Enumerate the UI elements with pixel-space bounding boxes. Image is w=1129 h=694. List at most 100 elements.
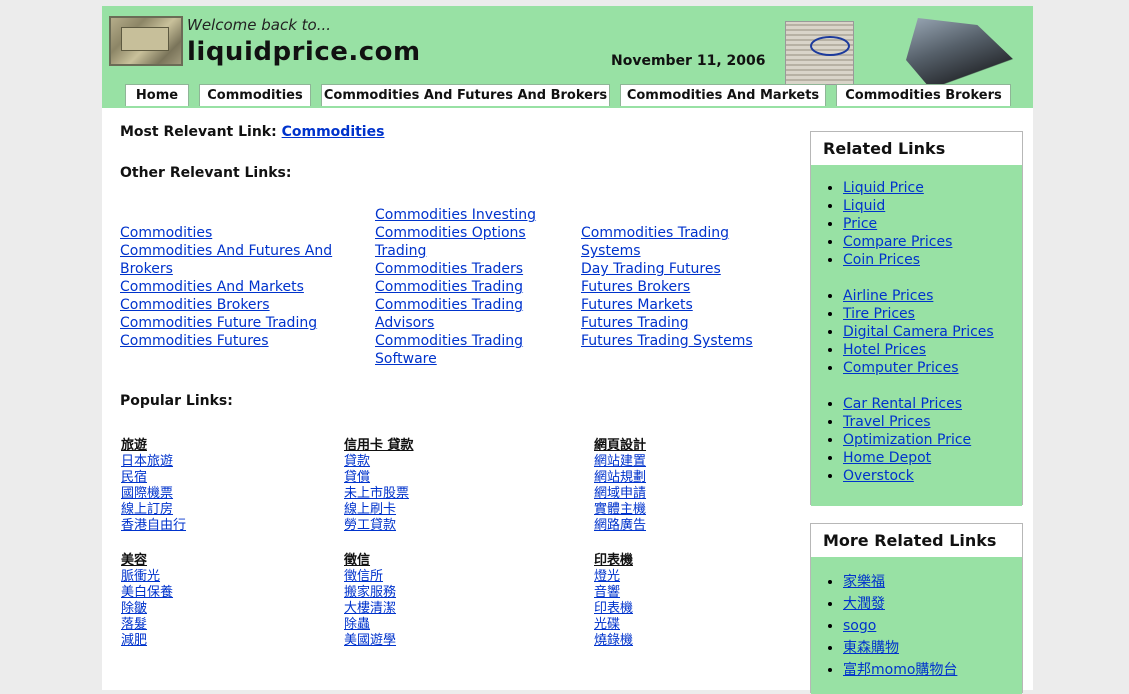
popular-link[interactable]: 搬家服務 [344,585,396,601]
popular-link[interactable]: 美國遊學 [344,633,396,649]
popular-link[interactable]: 脈衝光 [121,569,173,585]
popular-link[interactable]: 減肥 [121,633,173,649]
popular-group: 網頁設計 網站建置 網站規劃 網域申請 實體主機 網路廣告 [594,438,646,534]
link-item[interactable]: Commodities Trading Software [375,332,555,368]
related-link[interactable]: Price [843,216,877,232]
popular-group: 印表機 燈光 音響 印表機 光碟 燒錄機 [594,553,633,649]
popular-category: 旅遊 [121,438,148,453]
related-link[interactable]: Hotel Prices [843,342,926,358]
more-related-link[interactable]: 東森購物 [843,640,899,656]
popular-link[interactable]: 印表機 [594,601,633,617]
link-item[interactable]: Futures Brokers [581,278,791,296]
more-related-link[interactable]: 家樂福 [843,574,885,590]
popular-link[interactable]: 光碟 [594,617,633,633]
popular-link[interactable]: 除蟲 [344,617,396,633]
link-item[interactable]: Commodities Trading Systems [581,224,791,260]
tab-commodities[interactable]: Commodities [199,84,311,106]
more-related-link[interactable]: sogo [843,618,876,634]
link-item[interactable]: Commodities Traders [375,260,555,278]
link-item[interactable]: Commodities Futures [120,332,360,350]
nav-tabs: Home Commodities Commodities And Futures… [102,84,1033,106]
popular-link[interactable]: 網站規劃 [594,470,646,486]
popular-link[interactable]: 線上訂房 [121,502,186,518]
more-related-link[interactable]: 富邦momo購物台 [843,662,957,678]
more-related-group: 家樂福 大潤發 sogo 東森購物 富邦momo購物台 [825,571,1014,681]
money-image [109,16,183,66]
link-item[interactable]: Commodities Brokers [120,296,360,314]
list-item: Coin Prices [843,251,1014,269]
link-item[interactable]: Day Trading Futures [581,260,791,278]
link-item[interactable]: Futures Trading [581,314,791,332]
list-item: 大潤發 [843,593,1014,615]
popular-link[interactable]: 網路廣告 [594,518,646,534]
popular-links-heading: Popular Links: [120,393,233,409]
related-link[interactable]: Travel Prices [843,414,931,430]
popular-link[interactable]: 線上刷卡 [344,502,414,518]
most-relevant-link[interactable]: Commodities [282,124,385,140]
popular-link[interactable]: 大樓清潔 [344,601,396,617]
related-link[interactable]: Optimization Price [843,432,971,448]
popular-link[interactable]: 貸款 [344,454,414,470]
popular-link[interactable]: 國際機票 [121,486,186,502]
link-item[interactable]: Commodities And Futures And Brokers [120,242,360,278]
list-item: Liquid [843,197,1014,215]
link-item[interactable]: Commodities [120,224,360,242]
link-item[interactable]: Futures Markets [581,296,791,314]
link-item[interactable]: Commodities Investing [375,206,555,224]
related-link[interactable]: Coin Prices [843,252,920,268]
link-item[interactable]: Commodities Future Trading [120,314,360,332]
popular-link[interactable]: 音響 [594,585,633,601]
popular-link[interactable]: 實體主機 [594,502,646,518]
popular-link[interactable]: 日本旅遊 [121,454,186,470]
list-item: Travel Prices [843,413,1014,431]
related-link[interactable]: Compare Prices [843,234,952,250]
popular-link[interactable]: 網站建置 [594,454,646,470]
related-link[interactable]: Computer Prices [843,360,959,376]
related-link[interactable]: Car Rental Prices [843,396,962,412]
related-group: Liquid Price Liquid Price Compare Prices… [825,179,1014,269]
stock-paper-image [785,21,854,85]
related-link[interactable]: Liquid [843,198,885,214]
related-link[interactable]: Tire Prices [843,306,915,322]
tab-commodities-markets[interactable]: Commodities And Markets [620,84,826,106]
related-links-body: Liquid Price Liquid Price Compare Prices… [811,165,1022,506]
link-item[interactable]: Commodities Trading [375,278,555,296]
popular-group: 美容 脈衝光 美白保養 除皺 落髮 減肥 [121,553,173,649]
link-column-3: Commodities Trading Systems Day Trading … [581,224,791,350]
site-name: liquidprice.com [187,37,421,67]
list-item: Liquid Price [843,179,1014,197]
more-related-links-body: 家樂福 大潤發 sogo 東森購物 富邦momo購物台 [811,557,1022,694]
popular-link[interactable]: 徵信所 [344,569,396,585]
list-item: Hotel Prices [843,341,1014,359]
popular-link[interactable]: 燒錄機 [594,633,633,649]
popular-link[interactable]: 民宿 [121,470,186,486]
popular-link[interactable]: 除皺 [121,601,173,617]
tab-commodities-futures-brokers[interactable]: Commodities And Futures And Brokers [321,84,610,106]
popular-link[interactable]: 燈光 [594,569,633,585]
link-item[interactable]: Commodities Trading Advisors [375,296,555,332]
more-related-links-box: More Related Links 家樂福 大潤發 sogo 東森購物 富邦m… [810,523,1023,694]
popular-link[interactable]: 美白保養 [121,585,173,601]
related-link[interactable]: Airline Prices [843,288,933,304]
link-item[interactable]: Commodities And Markets [120,278,360,296]
link-item[interactable]: Commodities Options Trading [375,224,555,260]
tab-home[interactable]: Home [125,84,189,106]
link-item[interactable]: Futures Trading Systems [581,332,791,350]
popular-link[interactable]: 貸償 [344,470,414,486]
popular-link[interactable]: 未上市股票 [344,486,414,502]
related-link[interactable]: Digital Camera Prices [843,324,994,340]
related-link[interactable]: Liquid Price [843,180,924,196]
list-item: Digital Camera Prices [843,323,1014,341]
popular-category: 網頁設計 [594,438,647,453]
popular-link[interactable]: 落髮 [121,617,173,633]
related-link[interactable]: Overstock [843,468,914,484]
related-link[interactable]: Home Depot [843,450,931,466]
tab-commodities-brokers[interactable]: Commodities Brokers [836,84,1011,106]
popular-link[interactable]: 香港自由行 [121,518,186,534]
popular-link[interactable]: 網域申請 [594,486,646,502]
more-related-link[interactable]: 大潤發 [843,596,885,612]
link-column-1: Commodities Commodities And Futures And … [120,224,360,350]
popular-group: 旅遊 日本旅遊 民宿 國際機票 線上訂房 香港自由行 [121,438,186,534]
popular-link[interactable]: 勞工貸款 [344,518,414,534]
list-item: 富邦momo購物台 [843,659,1014,681]
